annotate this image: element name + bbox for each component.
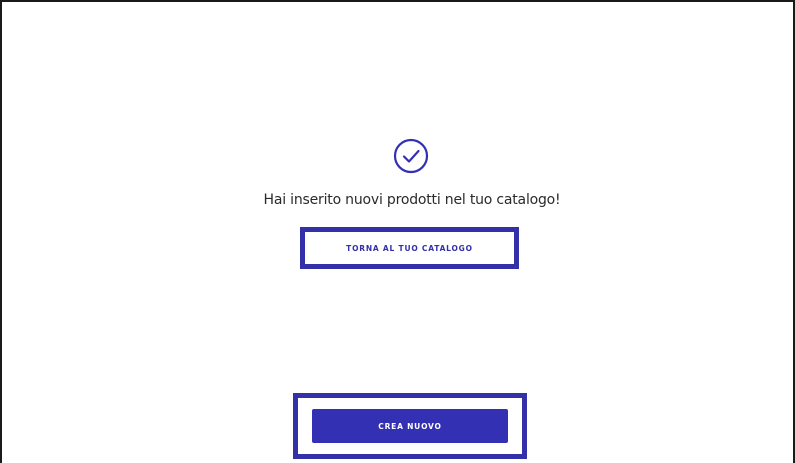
- back-to-catalog-highlight: TORNA AL TUO CATALOGO: [300, 227, 519, 269]
- check-circle-icon: [393, 138, 429, 174]
- back-to-catalog-link[interactable]: TORNA AL TUO CATALOGO: [305, 232, 514, 264]
- success-message: Hai inserito nuovi prodotti nel tuo cata…: [263, 192, 561, 208]
- create-new-highlight: CREA NUOVO: [293, 393, 527, 459]
- create-new-button[interactable]: CREA NUOVO: [312, 409, 508, 443]
- confirmation-panel: Hai inserito nuovi prodotti nel tuo cata…: [0, 0, 795, 463]
